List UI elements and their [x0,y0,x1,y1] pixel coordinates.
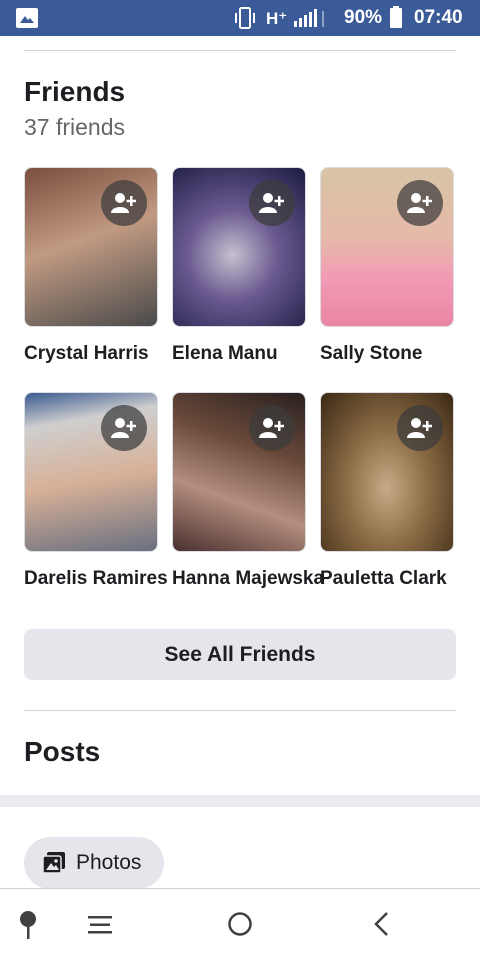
friend-name[interactable]: Crystal Harris [24,343,149,365]
section-separator [0,795,480,807]
add-friend-button[interactable] [249,405,295,451]
friend-photo[interactable] [24,392,158,552]
add-friend-button[interactable] [397,180,443,226]
top-divider [24,50,456,51]
add-friend-icon [111,193,136,213]
home-icon[interactable] [227,911,253,937]
friend-photo[interactable] [172,167,306,327]
see-all-friends-button[interactable]: See All Friends [24,629,456,680]
friend-name[interactable]: Pauletta Clark [320,568,447,590]
status-bar: H⁺ 90% 07:40 [0,0,480,36]
signal-icon [294,9,324,27]
pin-icon[interactable] [18,909,38,941]
clock: 07:40 [414,7,463,28]
system-nav-bar [0,888,480,960]
friend-card[interactable]: Sally Stone [320,167,456,364]
friend-photo[interactable] [24,167,158,327]
friend-card[interactable]: Hanna Majewska [172,392,324,589]
friend-name[interactable]: Hanna Majewska [172,568,324,590]
posts-divider [24,710,456,711]
friend-card[interactable]: Darelis Ramires [24,392,168,589]
add-friend-button[interactable] [101,180,147,226]
friend-name[interactable]: Darelis Ramires [24,568,168,590]
add-friend-icon [407,193,432,213]
posts-section-title: Posts [24,736,101,767]
photos-icon [42,852,65,874]
friend-card[interactable]: Crystal Harris [24,167,160,364]
add-friend-icon [407,418,432,438]
add-friend-icon [259,418,284,438]
battery-icon [390,6,402,28]
friend-name[interactable]: Elena Manu [172,343,278,365]
vibrate-icon [235,7,255,29]
add-friend-button[interactable] [101,405,147,451]
photos-chip-label: Photos [76,851,142,874]
menu-icon[interactable] [88,915,112,935]
gallery-icon [16,8,38,28]
friend-photo[interactable] [320,167,454,327]
photos-chip-button[interactable]: Photos [24,837,164,889]
friend-card[interactable]: Elena Manu [172,167,308,364]
friend-name[interactable]: Sally Stone [320,343,422,365]
add-friend-icon [259,193,284,213]
add-friend-button[interactable] [397,405,443,451]
add-friend-icon [111,418,136,438]
friend-photo[interactable] [172,392,306,552]
friend-photo[interactable] [320,392,454,552]
add-friend-button[interactable] [249,180,295,226]
friend-card[interactable]: Pauletta Clark [320,392,456,589]
friends-count: 37 friends [24,114,126,140]
battery-percent: 90% [344,7,383,28]
back-icon[interactable] [372,911,390,937]
friends-section-title: Friends [24,76,126,107]
network-type-label: H⁺ [266,9,288,28]
